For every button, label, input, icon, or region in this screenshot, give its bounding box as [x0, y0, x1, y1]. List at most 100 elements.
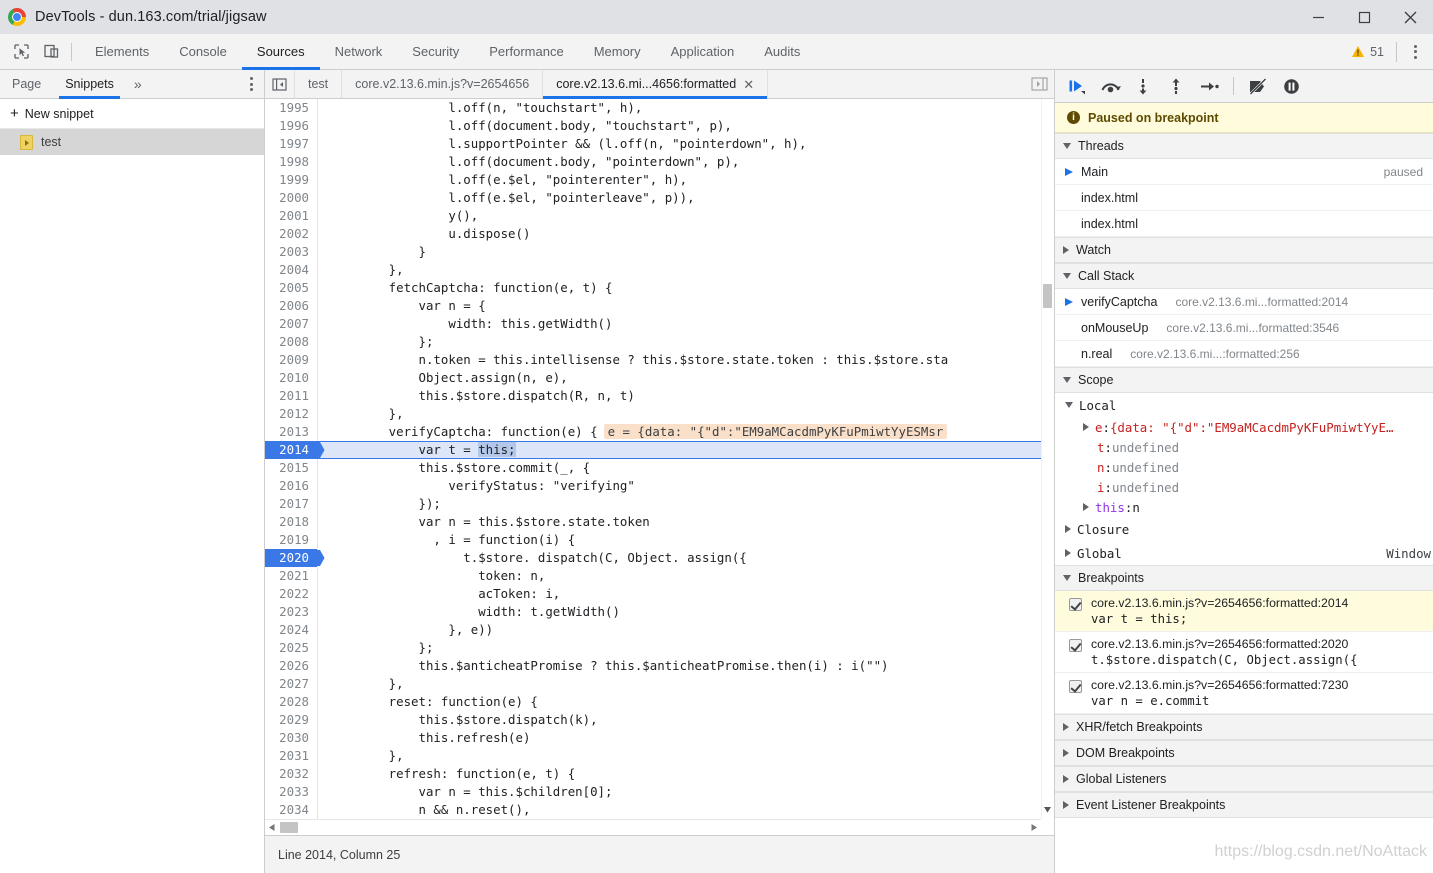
- line-number[interactable]: 1997: [265, 135, 317, 153]
- close-icon[interactable]: ✕: [743, 78, 754, 91]
- line-number[interactable]: 2021: [265, 567, 317, 585]
- minimize-icon[interactable]: [1295, 0, 1341, 34]
- line-number[interactable]: 2016: [265, 477, 317, 495]
- line-number[interactable]: 2004: [265, 261, 317, 279]
- code-line[interactable]: 2023 width: t.getWidth(): [265, 603, 1041, 621]
- inspect-element-icon[interactable]: [7, 38, 35, 66]
- maximize-icon[interactable]: [1341, 0, 1387, 34]
- tab-sources[interactable]: Sources: [241, 34, 320, 70]
- line-number[interactable]: 2034: [265, 801, 317, 819]
- code-line[interactable]: 2017 });: [265, 495, 1041, 513]
- section-header-event-listener-breakpoints[interactable]: Event Listener Breakpoints: [1055, 792, 1433, 818]
- scope-var-t[interactable]: t: undefined: [1055, 437, 1433, 457]
- thread-row-index-1[interactable]: index.html: [1055, 185, 1433, 211]
- code-line[interactable]: 2021 token: n,: [265, 567, 1041, 585]
- code-line[interactable]: 2022 acToken: i,: [265, 585, 1041, 603]
- editor-tab-core-min[interactable]: core.v2.13.6.min.js?v=2654656: [342, 70, 544, 98]
- resume-script-execution-icon[interactable]: [1065, 74, 1089, 98]
- scope-group-local[interactable]: Local: [1055, 393, 1433, 417]
- pause-on-exceptions-icon[interactable]: [1279, 74, 1303, 98]
- snippet-list-item-test[interactable]: test: [0, 129, 264, 155]
- call-stack-frame-2[interactable]: n.real core.v2.13.6.mi...:formatted:256: [1055, 341, 1433, 367]
- line-number[interactable]: 2002: [265, 225, 317, 243]
- code-line[interactable]: 2027 },: [265, 675, 1041, 693]
- code-line[interactable]: 1998 l.off(document.body, "pointerdown",…: [265, 153, 1041, 171]
- code-line[interactable]: 2001 y(),: [265, 207, 1041, 225]
- line-number[interactable]: 2008: [265, 333, 317, 351]
- line-number[interactable]: 2032: [265, 765, 317, 783]
- code-line[interactable]: 1995 l.off(n, "touchstart", h),: [265, 99, 1041, 117]
- line-number[interactable]: 2009: [265, 351, 317, 369]
- section-header-xhr-fetch-breakpoints[interactable]: XHR/fetch Breakpoints: [1055, 714, 1433, 740]
- code-line[interactable]: 2026 this.$anticheatPromise ? this.$anti…: [265, 657, 1041, 675]
- line-number[interactable]: 2013: [265, 423, 317, 441]
- line-number[interactable]: 2026: [265, 657, 317, 675]
- code-line[interactable]: 2019 , i = function(i) {: [265, 531, 1041, 549]
- thread-row-main[interactable]: Main paused: [1055, 159, 1433, 185]
- breakpoint-checkbox[interactable]: [1069, 680, 1082, 693]
- scope-group-closure[interactable]: Closure: [1055, 517, 1433, 541]
- new-snippet-button[interactable]: + New snippet: [0, 99, 264, 129]
- line-number[interactable]: 2001: [265, 207, 317, 225]
- line-number[interactable]: 2027: [265, 675, 317, 693]
- more-options-icon[interactable]: [1403, 38, 1427, 66]
- code-line[interactable]: 2032 refresh: function(e, t) {: [265, 765, 1041, 783]
- line-number[interactable]: 2028: [265, 693, 317, 711]
- scope-var-e[interactable]: e: {data: "{"d":"EM9aMCacdmPyKFuPmiwtYyE…: [1055, 417, 1433, 437]
- section-header-global-listeners[interactable]: Global Listeners: [1055, 766, 1433, 792]
- line-number[interactable]: 2029: [265, 711, 317, 729]
- code-line[interactable]: 2006 var n = {: [265, 297, 1041, 315]
- deactivate-breakpoints-icon[interactable]: [1246, 74, 1270, 98]
- code-line[interactable]: 2014 var t = this;: [265, 441, 1041, 459]
- line-number[interactable]: 2014: [265, 441, 317, 459]
- code-line[interactable]: 2031 },: [265, 747, 1041, 765]
- line-number[interactable]: 1996: [265, 117, 317, 135]
- line-number[interactable]: 2022: [265, 585, 317, 603]
- breakpoint-checkbox[interactable]: [1069, 598, 1082, 611]
- editor-tabs-overflow[interactable]: [1025, 70, 1054, 98]
- tab-memory[interactable]: Memory: [579, 34, 656, 69]
- navigator-more-options-icon[interactable]: [238, 70, 264, 98]
- code-line[interactable]: 2028 reset: function(e) {: [265, 693, 1041, 711]
- section-header-watch[interactable]: Watch: [1055, 237, 1433, 263]
- code-line[interactable]: 2005 fetchCaptcha: function(e, t) {: [265, 279, 1041, 297]
- tab-security[interactable]: Security: [397, 34, 474, 69]
- line-number[interactable]: 2030: [265, 729, 317, 747]
- tab-network[interactable]: Network: [320, 34, 398, 69]
- line-number[interactable]: 1995: [265, 99, 317, 117]
- device-toolbar-icon[interactable]: [37, 38, 65, 66]
- line-number[interactable]: 1999: [265, 171, 317, 189]
- thread-row-index-2[interactable]: index.html: [1055, 211, 1433, 237]
- breakpoint-item-1[interactable]: core.v2.13.6.min.js?v=2654656:formatted:…: [1055, 632, 1433, 673]
- line-number[interactable]: 2015: [265, 459, 317, 477]
- line-number[interactable]: 2011: [265, 387, 317, 405]
- scroll-left-arrow-icon[interactable]: [265, 823, 279, 832]
- chevron-right-icon[interactable]: [1083, 423, 1089, 431]
- tab-performance[interactable]: Performance: [474, 34, 578, 69]
- scroll-down-arrow-icon[interactable]: [1043, 803, 1052, 817]
- close-icon[interactable]: [1387, 0, 1433, 34]
- code-line[interactable]: 2015 this.$store.commit(_, {: [265, 459, 1041, 477]
- breakpoint-item-0[interactable]: core.v2.13.6.min.js?v=2654656:formatted:…: [1055, 591, 1433, 632]
- code-editor[interactable]: 1995 l.off(n, "touchstart", h), 1996 l.of…: [265, 99, 1054, 835]
- line-number[interactable]: 2031: [265, 747, 317, 765]
- code-line[interactable]: 2016 verifyStatus: "verifying": [265, 477, 1041, 495]
- code-line[interactable]: 2013 verifyCaptcha: function(e) {e = {da…: [265, 423, 1041, 441]
- code-line[interactable]: 2012 },: [265, 405, 1041, 423]
- line-number[interactable]: 2000: [265, 189, 317, 207]
- vertical-scroll-thumb[interactable]: [1043, 284, 1052, 308]
- code-line[interactable]: 2004 },: [265, 261, 1041, 279]
- line-number[interactable]: 2007: [265, 315, 317, 333]
- line-number[interactable]: 2025: [265, 639, 317, 657]
- code-line[interactable]: 2002 u.dispose(): [265, 225, 1041, 243]
- editor-tab-test[interactable]: test: [295, 70, 343, 98]
- line-number[interactable]: 2020: [265, 549, 317, 567]
- scroll-right-arrow-icon[interactable]: [1027, 823, 1041, 832]
- line-number[interactable]: 2019: [265, 531, 317, 549]
- code-line[interactable]: 2003 }: [265, 243, 1041, 261]
- scope-group-global[interactable]: Global Window: [1055, 541, 1433, 565]
- editor-vertical-scrollbar[interactable]: [1041, 99, 1054, 819]
- horizontal-scroll-thumb[interactable]: [280, 822, 298, 833]
- editor-horizontal-scrollbar[interactable]: [265, 819, 1041, 835]
- code-line[interactable]: 2030 this.refresh(e): [265, 729, 1041, 747]
